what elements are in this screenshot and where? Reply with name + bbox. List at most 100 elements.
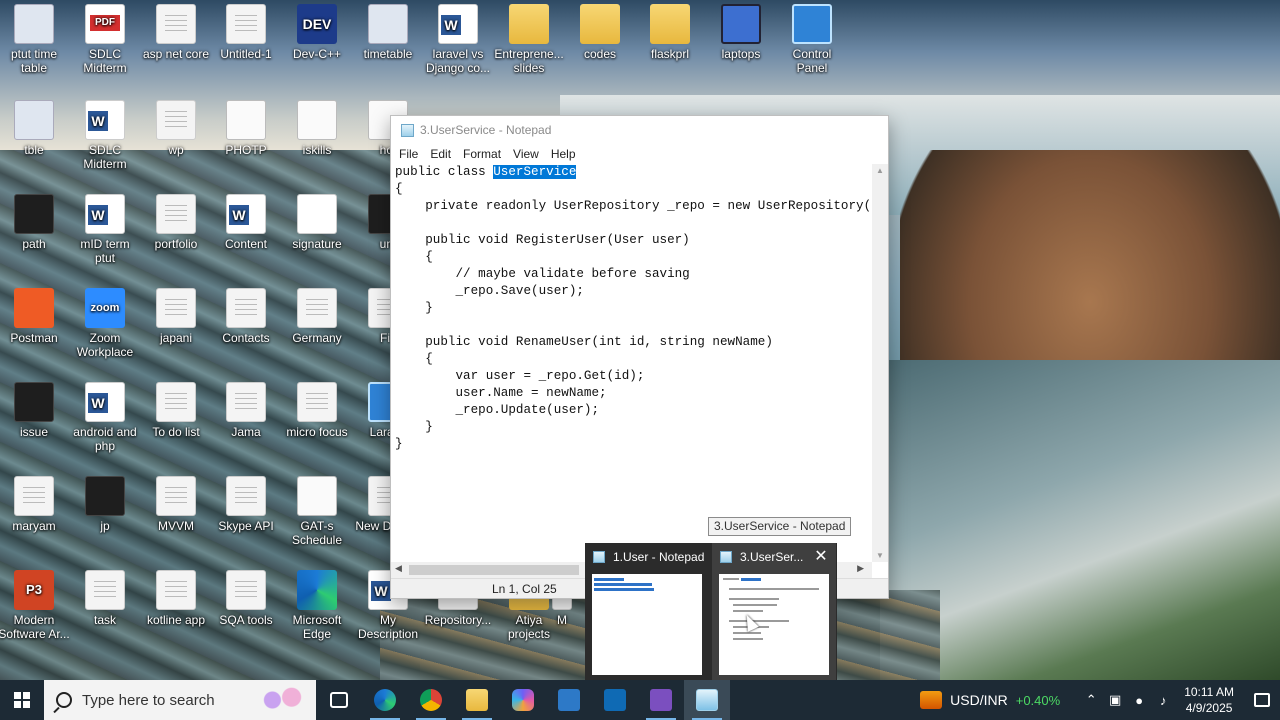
preview-card-user-notepad[interactable]: 1.User - Notepad <box>585 543 709 680</box>
menu-view[interactable]: View <box>507 147 545 161</box>
desktop-icon-germany[interactable]: Germany <box>281 288 353 345</box>
desktop-icon-maryam[interactable]: maryam <box>0 476 70 533</box>
taskbar-edge[interactable] <box>362 680 408 720</box>
desktop-icon-laptops[interactable]: laptops <box>705 4 777 61</box>
desktop-icon-flaskprl[interactable]: flaskprl <box>634 4 706 61</box>
code-text: public void RegisterUser(User user) <box>395 233 690 247</box>
desktop-icon-label: asp net core <box>142 47 210 61</box>
desktop-icon-label: MVVM <box>158 519 194 533</box>
notepad-text-area[interactable]: public class UserService{ private readon… <box>391 164 872 562</box>
desktop-icon-gat-s-schedule[interactable]: GAT-s Schedule <box>281 476 353 547</box>
code-line: public void RegisterUser(User user) <box>395 232 872 249</box>
desktop-icon-micro-focus[interactable]: micro focus <box>281 382 353 439</box>
code-line: var user = _repo.Get(id); <box>395 368 872 385</box>
desktop-icon-untitled-1[interactable]: Untitled-1 <box>210 4 282 61</box>
taskbar-notepad[interactable] <box>684 680 730 720</box>
desktop-icon-codes[interactable]: codes <box>564 4 636 61</box>
taskbar-chrome[interactable] <box>408 680 454 720</box>
preview-thumbnail <box>719 574 829 675</box>
desktop-icon-asp-net-core[interactable]: asp net core <box>140 4 212 61</box>
taskbar-outlook[interactable] <box>592 680 638 720</box>
scroll-right-icon[interactable]: ▶ <box>857 563 864 574</box>
desktop-icon-tble[interactable]: tble <box>0 100 70 157</box>
desktop-icon-skype-api[interactable]: Skype API <box>210 476 282 533</box>
desktop-icon-jama[interactable]: Jama <box>210 382 282 439</box>
desktop-icon-sdlc-midterm-word[interactable]: SDLC Midterm <box>69 100 141 171</box>
taskbar-task-view[interactable] <box>316 680 362 720</box>
desktop-icon-signature[interactable]: signature <box>281 194 353 251</box>
code-line: { <box>395 181 872 198</box>
desktop-icon-label: flaskprl <box>650 47 689 61</box>
desktop-icon-zoom-workplace[interactable]: Zoom Workplace <box>69 288 141 359</box>
desktop-icon-laravel-vs-django[interactable]: laravel vs Django co... <box>422 4 494 75</box>
desktop-icon-kotline-app[interactable]: kotline app <box>140 570 212 627</box>
desktop-icon-mid-term-ptut[interactable]: mID term ptut <box>69 194 141 265</box>
desktop-icon-control-panel[interactable]: Control Panel <box>776 4 848 75</box>
desktop-icon-sqa-tools[interactable]: SQA tools <box>210 570 282 627</box>
menu-format[interactable]: Format <box>457 147 507 161</box>
desktop-icon-wp[interactable]: wp <box>140 100 212 157</box>
desktop-icon-label: M <box>557 613 567 627</box>
desktop-icon-task[interactable]: task <box>69 570 141 627</box>
clock-date: 4/9/2025 <box>1185 701 1233 715</box>
desktop-icon-label: portfolio <box>154 237 198 251</box>
taskbar-copilot[interactable] <box>500 680 546 720</box>
desktop-icon-label: Dev-C++ <box>292 47 342 61</box>
close-icon[interactable]: ✕ <box>812 548 830 566</box>
signature-icon <box>297 194 337 234</box>
desktop-icon-sdlc-midterm-pdf[interactable]: SDLC Midterm <box>69 4 141 75</box>
stock-widget[interactable]: USD/INR +0.40% <box>920 691 1060 709</box>
desktop-icon-iskills[interactable]: iskills <box>281 100 353 157</box>
search-highlight-icon <box>258 686 306 714</box>
taskbar-store[interactable] <box>546 680 592 720</box>
preview-card-title: 3.UserSer... <box>740 550 804 564</box>
menu-edit[interactable]: Edit <box>424 147 457 161</box>
scroll-up-icon[interactable]: ▲ <box>872 166 888 175</box>
desktop-icon-android-and-php[interactable]: android and php <box>69 382 141 453</box>
desktop-icon-to-do-list[interactable]: To do list <box>140 382 212 439</box>
desktop-icon-ptut-time-table[interactable]: ptut time table <box>0 4 70 75</box>
desktop-icon-path[interactable]: path <box>0 194 70 251</box>
desktop-icon-photp[interactable]: PHOTP <box>210 100 282 157</box>
desktop-icon-modern-software-ar[interactable]: Modern Software Ar... <box>0 570 70 641</box>
menu-file[interactable]: File <box>393 147 424 161</box>
notification-center-button[interactable] <box>1244 680 1280 720</box>
document-icon <box>156 288 196 328</box>
desktop-icon-mvvm[interactable]: MVVM <box>140 476 212 533</box>
desktop-icon-entrepreneurship-slides[interactable]: Entreprene... slides <box>493 4 565 75</box>
window-tooltip: 3.UserService - Notepad <box>708 517 852 536</box>
taskbar-file-explorer[interactable] <box>454 680 500 720</box>
volume-icon[interactable]: ♪ <box>1152 693 1174 708</box>
document-icon <box>226 476 266 516</box>
scroll-left-icon[interactable]: ◀ <box>395 563 402 574</box>
desktop-icon-portfolio[interactable]: portfolio <box>140 194 212 251</box>
preview-card-userservice-notepad[interactable]: 3.UserSer... ✕ <box>712 543 836 680</box>
vertical-scrollbar[interactable]: ▲ ▼ <box>872 164 888 562</box>
desktop-icon-label: SDLC Midterm <box>83 47 127 75</box>
desktop-icon-label: Zoom Workplace <box>76 331 134 359</box>
desktop-icon-timetable[interactable]: timetable <box>352 4 424 61</box>
desktop-icon-contacts[interactable]: Contacts <box>210 288 282 345</box>
microphone-icon[interactable]: ● <box>1128 693 1150 708</box>
menu-help[interactable]: Help <box>545 147 582 161</box>
desktop-icon-microsoft-edge[interactable]: Microsoft Edge <box>281 570 353 641</box>
desktop-icon-content[interactable]: Content <box>210 194 282 251</box>
scroll-down-icon[interactable]: ▼ <box>872 551 888 560</box>
start-button[interactable] <box>0 680 44 720</box>
chrome-icon <box>420 689 442 711</box>
taskbar-search-box[interactable]: Type here to search <box>44 680 316 720</box>
desktop-icon-dev-cpp[interactable]: Dev-C++ <box>281 4 353 61</box>
desktop-icon-japani[interactable]: japani <box>140 288 212 345</box>
taskbar-visual-studio[interactable] <box>638 680 684 720</box>
desktop-icon-issue[interactable]: issue <box>0 382 70 439</box>
code-line: private readonly UserRepository _repo = … <box>395 198 872 215</box>
scroll-thumb[interactable] <box>409 565 579 575</box>
clock[interactable]: 10:11 AM 4/9/2025 <box>1184 684 1234 716</box>
notepad-title-bar[interactable]: 3.UserService - Notepad <box>391 116 888 144</box>
desktop-icon-postman[interactable]: Postman <box>0 288 70 345</box>
desktop-icon-jp[interactable]: jp <box>69 476 141 533</box>
meet-now-icon[interactable]: ▣ <box>1104 692 1126 708</box>
chevron-up-icon[interactable]: ⌃ <box>1080 692 1102 708</box>
cursor-position: Ln 1, Col 25 <box>492 582 557 596</box>
code-text: } <box>395 437 403 451</box>
